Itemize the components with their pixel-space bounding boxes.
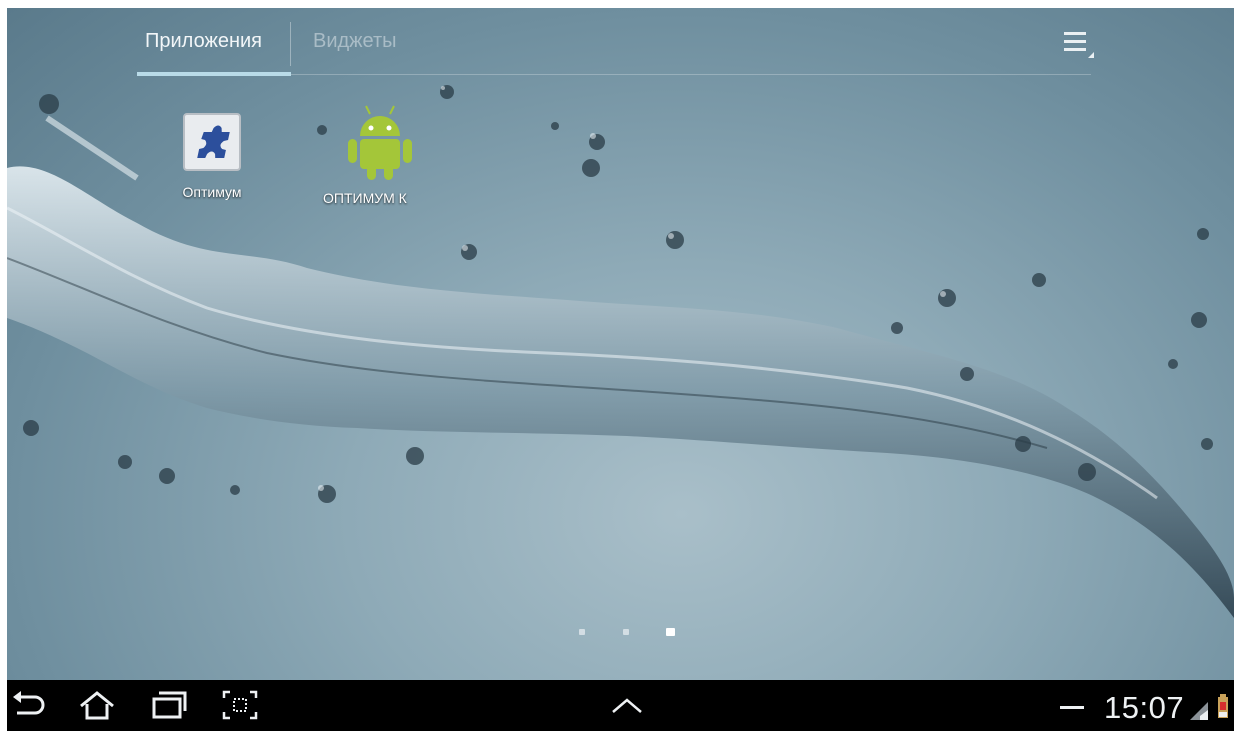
home-icon bbox=[80, 691, 114, 720]
app-optimum[interactable]: Оптимум bbox=[147, 112, 277, 200]
screenshot-icon bbox=[222, 690, 258, 720]
screenshot-button[interactable] bbox=[221, 688, 259, 727]
page-indicator bbox=[577, 626, 697, 638]
puzzle-icon bbox=[183, 113, 241, 171]
page-dot-active[interactable] bbox=[666, 628, 675, 636]
home-screen: Приложения Виджеты Оптимум ОПТИМУМ К 15:… bbox=[7, 8, 1234, 731]
chevron-up-icon bbox=[612, 698, 642, 713]
tab-apps[interactable]: Приложения bbox=[145, 30, 262, 53]
recent-apps-icon bbox=[152, 691, 187, 719]
page-dot[interactable] bbox=[579, 629, 585, 635]
signal-icon bbox=[1190, 702, 1208, 720]
drawer-tab-bar: Приложения Виджеты bbox=[7, 8, 1234, 80]
page-dot[interactable] bbox=[623, 629, 629, 635]
tab-active-indicator bbox=[137, 72, 291, 76]
menu-button[interactable] bbox=[1062, 26, 1096, 62]
system-navigation-bar: 15:07 bbox=[7, 680, 1234, 731]
minimize-icon[interactable] bbox=[1060, 706, 1084, 709]
menu-icon bbox=[1064, 32, 1094, 58]
back-icon bbox=[13, 691, 45, 715]
battery-alert-icon bbox=[1218, 694, 1228, 718]
recent-apps-button[interactable] bbox=[150, 688, 188, 727]
tab-baseline bbox=[291, 74, 1091, 75]
android-icon bbox=[348, 105, 412, 180]
app-optimum-k[interactable]: ОПТИМУМ К bbox=[315, 102, 445, 206]
app-label: ОПТИМУМ К bbox=[323, 190, 407, 206]
tab-widgets[interactable]: Виджеты bbox=[313, 30, 397, 53]
tab-divider bbox=[290, 22, 291, 66]
home-button[interactable] bbox=[77, 688, 117, 727]
back-button[interactable] bbox=[10, 688, 46, 727]
app-label: Оптимум bbox=[182, 184, 242, 200]
wallpaper-water-splash bbox=[7, 85, 1234, 619]
app-drawer-up-button[interactable] bbox=[607, 692, 647, 721]
status-clock: 15:07 bbox=[1104, 690, 1185, 725]
